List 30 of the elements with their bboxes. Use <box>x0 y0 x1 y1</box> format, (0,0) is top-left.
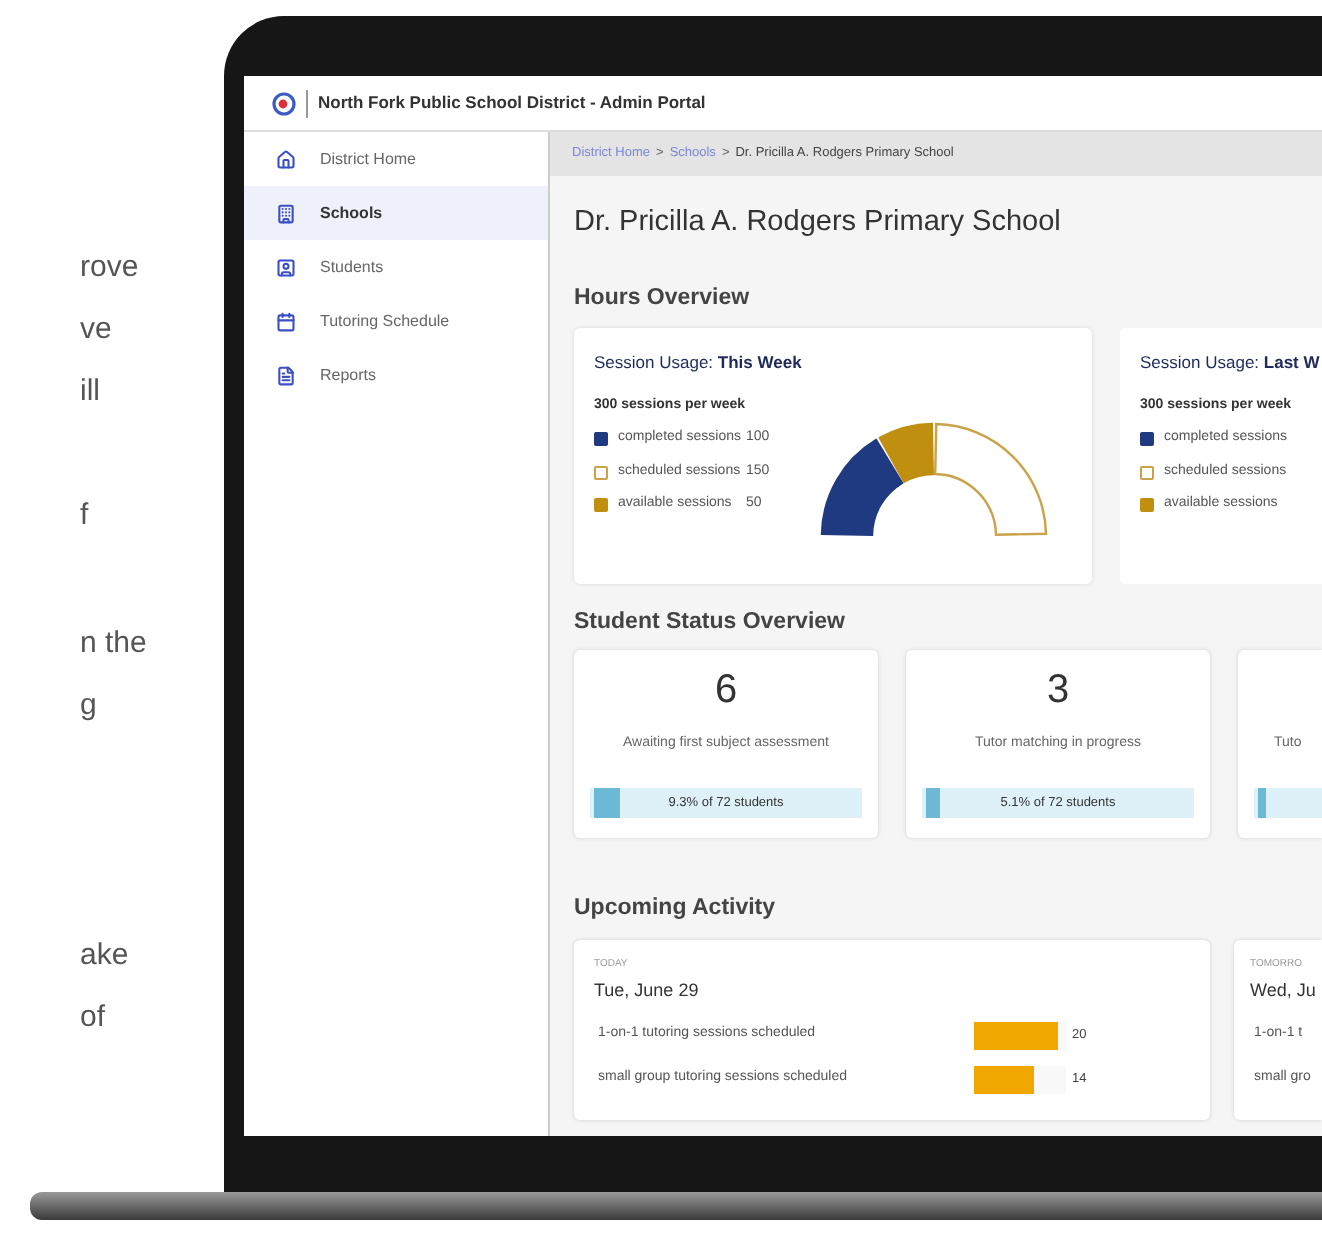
intro-text-line: n the <box>80 624 147 664</box>
intro-text-line: rove <box>80 248 139 288</box>
person-badge-icon <box>276 257 296 277</box>
status-count: 6 <box>714 666 738 715</box>
activity-date: Tue, June 29 <box>594 978 699 1004</box>
building-icon <box>276 203 296 223</box>
calendar-icon <box>276 311 296 331</box>
intro-text-line: g <box>80 686 97 726</box>
sidebar-item[interactable]: Tutoring Schedule <box>244 294 548 348</box>
status-count: 3 <box>1046 666 1070 715</box>
page-title: Dr. Pricilla A. Rodgers Primary School <box>574 204 1061 242</box>
document-icon <box>276 365 296 385</box>
intro-text-line: ake <box>80 936 129 976</box>
section-heading: Hours Overview <box>574 283 750 314</box>
home-icon <box>276 149 296 169</box>
sidebar-item[interactable]: Schools <box>244 186 548 240</box>
logo-icon <box>272 91 296 115</box>
sidebar-item[interactable]: District Home <box>244 132 548 186</box>
section-heading: Student Status Overview <box>574 608 845 638</box>
intro-text-line: f <box>80 496 89 536</box>
intro-text-line: of <box>80 998 106 1038</box>
section-heading: Upcoming Activity <box>574 894 776 925</box>
card-title: Session Usage: Last W <box>1140 350 1320 376</box>
activity-date: Wed, Ju <box>1250 978 1316 1004</box>
card-title: Session Usage: This Week <box>594 350 802 376</box>
portal-title: North Fork Public School District - Admin Portal <box>318 90 706 116</box>
sidebar-item[interactable]: Reports <box>244 348 548 402</box>
intro-text-line: ve <box>80 310 112 350</box>
sidebar-item[interactable]: Students <box>244 240 548 294</box>
intro-text-line: ill <box>80 372 100 412</box>
